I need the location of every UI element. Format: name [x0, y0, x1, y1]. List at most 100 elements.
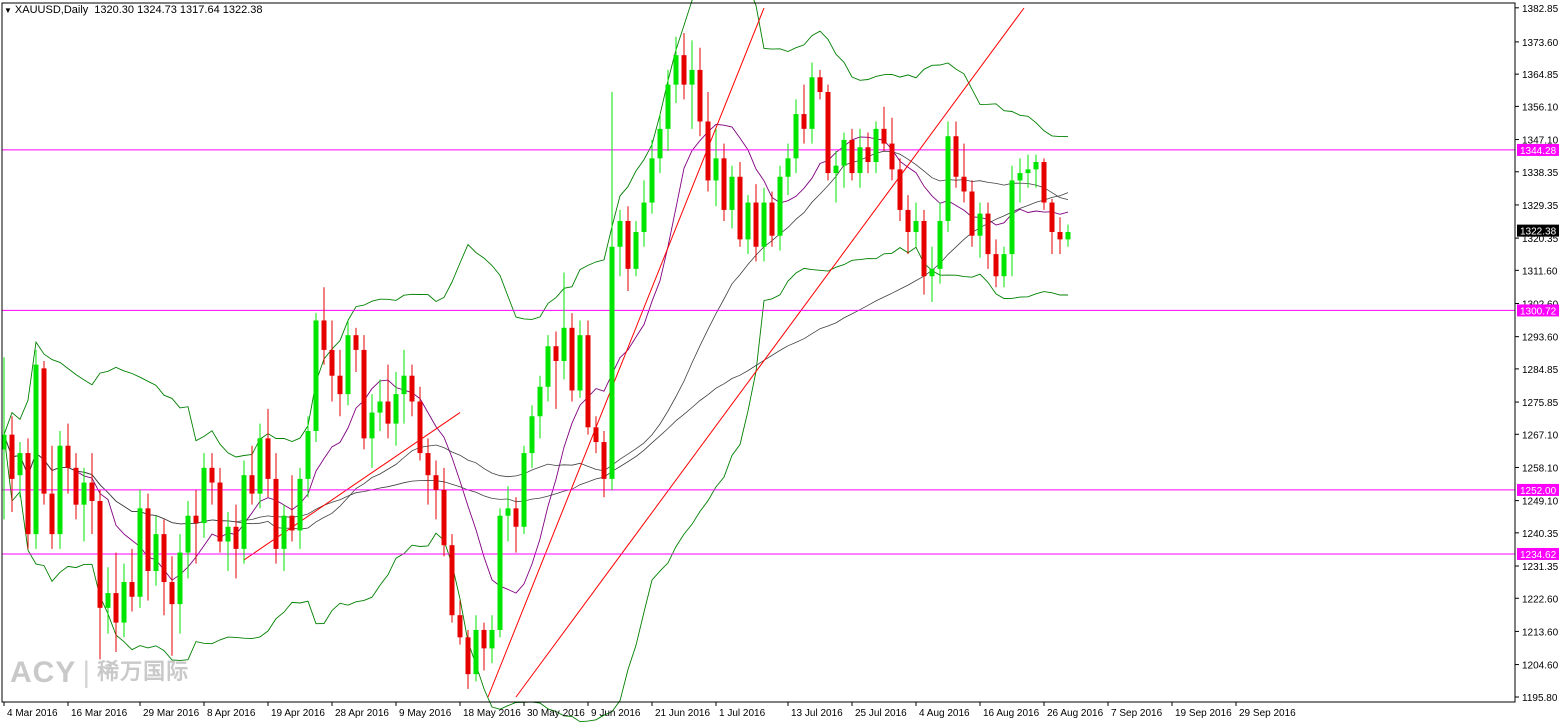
candle[interactable] — [745, 195, 751, 255]
candle[interactable] — [9, 416, 15, 513]
candle[interactable] — [529, 405, 535, 468]
candle[interactable] — [369, 394, 375, 468]
candle[interactable] — [81, 467, 87, 542]
candle[interactable] — [145, 493, 151, 601]
candle[interactable] — [721, 143, 727, 221]
candle[interactable] — [25, 438, 31, 549]
candle[interactable] — [713, 128, 719, 207]
candle[interactable] — [553, 331, 559, 409]
candle[interactable] — [577, 320, 583, 398]
candle[interactable] — [849, 128, 855, 181]
candle[interactable] — [137, 489, 143, 608]
candle[interactable] — [681, 33, 687, 100]
candle[interactable] — [777, 165, 783, 251]
candle[interactable] — [129, 548, 135, 612]
candle[interactable] — [257, 423, 263, 509]
candle[interactable] — [953, 121, 959, 188]
candle[interactable] — [897, 158, 903, 221]
candle[interactable] — [697, 47, 703, 137]
candle[interactable] — [753, 184, 759, 262]
candle[interactable] — [313, 313, 319, 443]
candle[interactable] — [945, 121, 951, 233]
candle[interactable] — [1049, 198, 1055, 255]
candle[interactable] — [169, 556, 175, 656]
candle[interactable] — [425, 438, 431, 505]
candle[interactable] — [1065, 224, 1071, 247]
candle[interactable] — [625, 206, 631, 291]
candle[interactable] — [617, 209, 623, 277]
candle[interactable] — [729, 165, 735, 229]
candle[interactable] — [881, 106, 887, 151]
candle[interactable] — [409, 364, 415, 417]
candle[interactable] — [673, 36, 679, 104]
candle[interactable] — [377, 379, 383, 431]
candle[interactable] — [585, 320, 591, 435]
candle[interactable] — [17, 442, 23, 498]
candle[interactable] — [609, 92, 615, 490]
candle[interactable] — [73, 453, 79, 520]
candle[interactable] — [217, 467, 223, 553]
candle[interactable] — [361, 335, 367, 450]
candle[interactable] — [433, 460, 439, 520]
candle[interactable] — [105, 567, 111, 634]
candle[interactable] — [705, 92, 711, 192]
candle[interactable] — [89, 453, 95, 535]
candle[interactable] — [929, 246, 935, 303]
candle[interactable] — [393, 372, 399, 446]
candle[interactable] — [153, 515, 159, 586]
candle[interactable] — [265, 408, 271, 498]
candle[interactable] — [337, 349, 343, 417]
candle[interactable] — [97, 489, 103, 660]
candle[interactable] — [1009, 165, 1015, 277]
candle[interactable] — [1057, 217, 1063, 255]
candle[interactable] — [801, 84, 807, 144]
candle[interactable] — [1001, 246, 1007, 288]
candle[interactable] — [937, 202, 943, 284]
candle[interactable] — [649, 139, 655, 214]
candle[interactable] — [465, 629, 471, 689]
candle[interactable] — [201, 453, 207, 538]
candle[interactable] — [689, 40, 695, 129]
candle[interactable] — [825, 84, 831, 181]
candle[interactable] — [977, 202, 983, 258]
candle[interactable] — [401, 349, 407, 424]
candle[interactable] — [241, 460, 247, 564]
candle[interactable] — [281, 504, 287, 571]
candle[interactable] — [473, 615, 479, 682]
candle[interactable] — [273, 453, 279, 564]
candle[interactable] — [521, 445, 527, 535]
candle[interactable] — [601, 430, 607, 498]
candle[interactable] — [385, 364, 391, 439]
candle[interactable] — [489, 615, 495, 664]
candle[interactable] — [961, 143, 967, 203]
candle[interactable] — [665, 69, 671, 151]
candle[interactable] — [1041, 158, 1047, 210]
candle[interactable] — [57, 430, 63, 549]
candle[interactable] — [641, 180, 647, 247]
candle[interactable] — [793, 99, 799, 174]
candle[interactable] — [497, 508, 503, 638]
candle[interactable] — [921, 209, 927, 295]
candle[interactable] — [969, 180, 975, 247]
candle[interactable] — [985, 202, 991, 269]
candle[interactable] — [297, 467, 303, 549]
candle[interactable] — [185, 500, 191, 579]
candle[interactable] — [193, 489, 199, 564]
candle[interactable] — [345, 320, 351, 406]
candle[interactable] — [233, 504, 239, 579]
candle[interactable] — [321, 287, 327, 365]
candle[interactable] — [441, 467, 447, 557]
candle[interactable] — [817, 69, 823, 100]
candle[interactable] — [633, 220, 639, 277]
trendline[interactable] — [487, 7, 765, 698]
candle[interactable] — [329, 320, 335, 402]
candle[interactable] — [561, 272, 567, 380]
trendline[interactable] — [515, 7, 1025, 698]
candle[interactable] — [889, 117, 895, 181]
candle[interactable] — [769, 191, 775, 247]
candle[interactable] — [121, 563, 127, 638]
candle[interactable] — [1033, 154, 1039, 188]
candle[interactable] — [209, 453, 215, 505]
candle[interactable] — [177, 534, 183, 634]
candle[interactable] — [905, 195, 911, 255]
